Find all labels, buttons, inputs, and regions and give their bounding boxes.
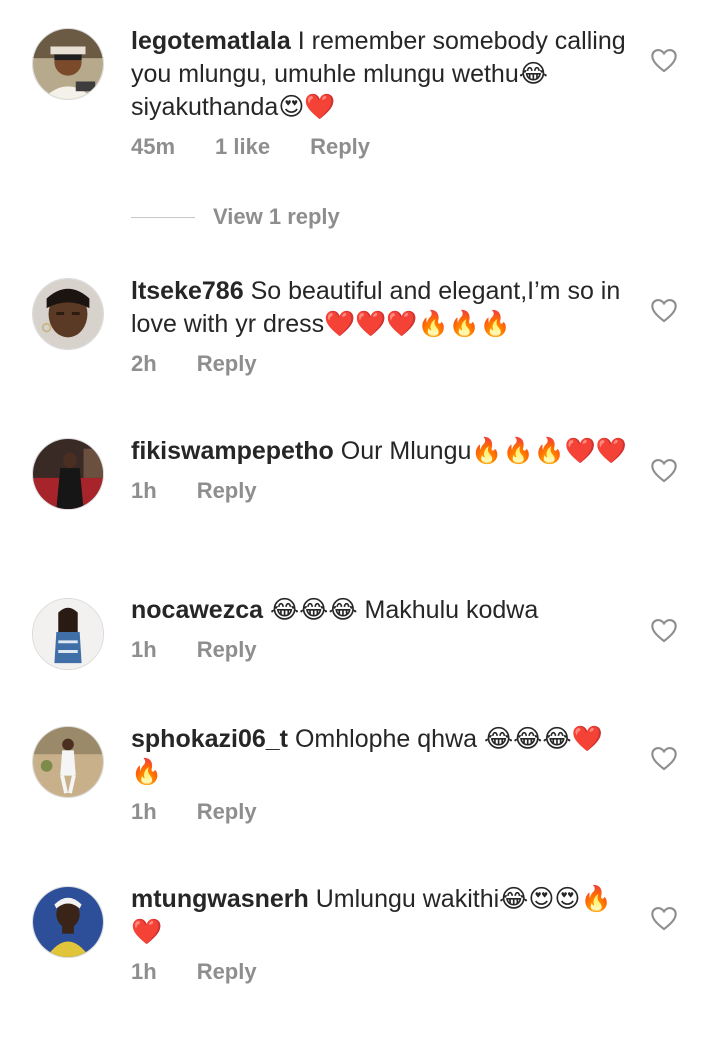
comment-likes[interactable]: 1 like — [215, 134, 270, 160]
comment-text: nocawezca 😂😂😂 Makhulu kodwa — [131, 594, 631, 627]
comment-username[interactable]: mtungwasnerh — [131, 885, 309, 913]
comment-username[interactable]: legotematlala — [131, 27, 291, 55]
comment-body: 😂😂😂 Makhulu kodwa — [269, 596, 539, 624]
comment-meta: 1h Reply — [131, 799, 631, 825]
reply-button[interactable]: Reply — [310, 134, 370, 160]
comment-time: 45m — [131, 134, 176, 159]
comment-body: Our Mlungu🔥🔥🔥❤️❤️ — [340, 437, 628, 465]
avatar-image — [33, 439, 103, 509]
avatar[interactable] — [32, 28, 104, 100]
heart-outline-icon[interactable] — [650, 457, 678, 483]
comment-meta: 2h Reply — [131, 351, 631, 377]
reply-button[interactable]: Reply — [197, 959, 257, 985]
avatar-image — [33, 887, 103, 957]
comment-text: legotematlala I remember somebody callin… — [131, 25, 631, 124]
avatar[interactable] — [32, 726, 104, 798]
comment-time: 1h — [131, 799, 157, 824]
comment-meta: 45m 1 like Reply — [131, 134, 631, 160]
reply-button[interactable]: Reply — [197, 637, 257, 663]
reply-divider-line — [131, 216, 195, 218]
reply-button[interactable]: Reply — [197, 351, 257, 377]
avatar[interactable] — [32, 886, 104, 958]
comment-meta: 1h Reply — [131, 959, 631, 985]
comment-text: mtungwasnerh Umlungu wakithi😂😍😍🔥❤️ — [131, 883, 631, 949]
comment-username[interactable]: nocawezca — [131, 596, 263, 624]
view-replies-button[interactable]: View 1 reply — [131, 204, 340, 230]
avatar[interactable] — [32, 598, 104, 670]
reply-button[interactable]: Reply — [197, 799, 257, 825]
avatar[interactable] — [32, 438, 104, 510]
heart-outline-icon[interactable] — [650, 745, 678, 771]
comment-time: 2h — [131, 351, 157, 376]
comment-time: 1h — [131, 959, 157, 984]
heart-outline-icon[interactable] — [650, 905, 678, 931]
avatar[interactable] — [32, 278, 104, 350]
view-replies-label: View 1 reply — [213, 204, 340, 229]
comment-text: ltseke786 So beautiful and elegant,I’m s… — [131, 275, 631, 341]
comment-username[interactable]: fikiswampepetho — [131, 437, 334, 465]
heart-outline-icon[interactable] — [650, 297, 678, 323]
comment-text: sphokazi06_t Omhlophe qhwa 😂😂😂❤️🔥 — [131, 723, 631, 789]
comment-meta: 1h Reply — [131, 478, 631, 504]
comment-username[interactable]: ltseke786 — [131, 277, 244, 305]
avatar-image — [33, 727, 103, 797]
comment-text: fikiswampepetho Our Mlungu🔥🔥🔥❤️❤️ — [131, 435, 631, 468]
comment-time: 1h — [131, 637, 157, 662]
avatar-image — [33, 279, 103, 349]
comment-username[interactable]: sphokazi06_t — [131, 725, 288, 753]
avatar-image — [33, 29, 103, 99]
avatar-image — [33, 599, 103, 669]
heart-outline-icon[interactable] — [650, 617, 678, 643]
heart-outline-icon[interactable] — [650, 47, 678, 73]
comment-meta: 1h Reply — [131, 637, 631, 663]
comment-time: 1h — [131, 478, 157, 503]
reply-button[interactable]: Reply — [197, 478, 257, 504]
